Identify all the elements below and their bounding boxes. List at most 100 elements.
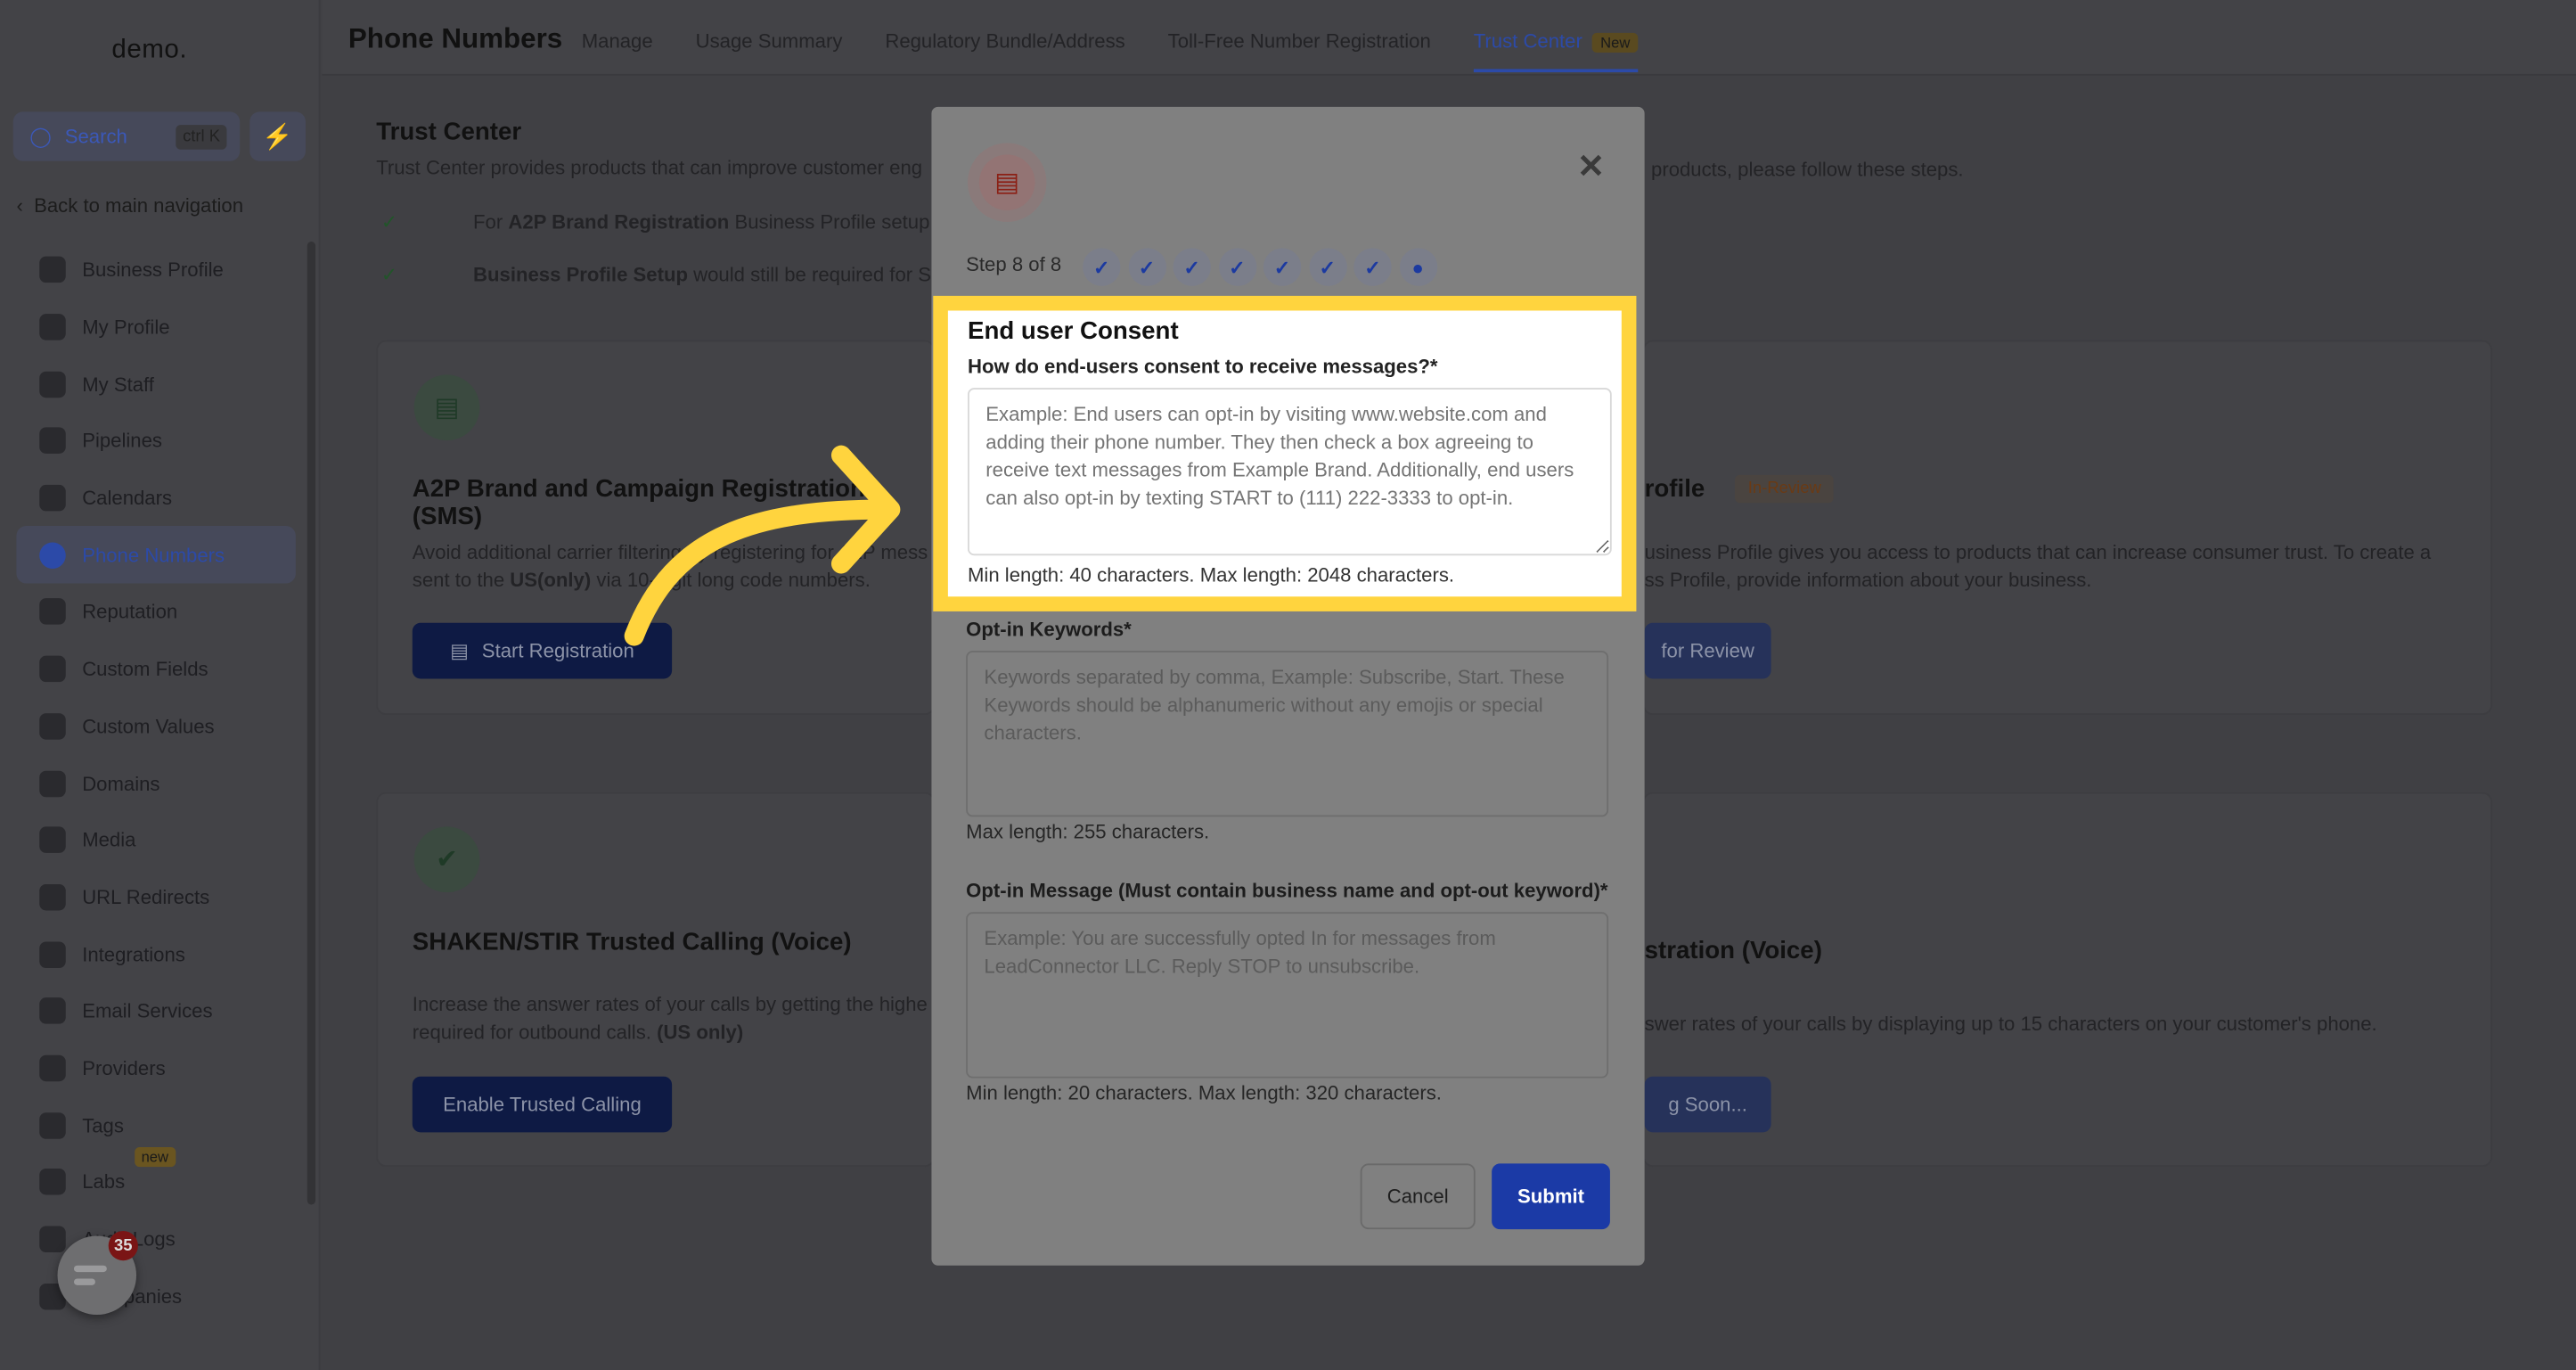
message-textarea[interactable]: Example: You are successfully opted In f… [966,912,1609,1079]
check-icon: ✓ [380,263,398,286]
sidebar: demo. ◯ Search ctrl K ⚡ ‹ Back to main n… [0,0,321,1370]
section-description: Trust Center provides products that can … [376,156,923,179]
card-description: Increase the answer rates of your calls … [412,992,928,1044]
sidebar-item-label: Integrations [82,942,185,966]
sidebar-item-media[interactable]: Media [16,812,295,869]
nav-icon [39,826,66,854]
verified-badge-icon: ✔ [413,826,480,893]
nav-icon [39,997,66,1025]
sidebar-scrollbar[interactable] [307,242,316,1205]
sidebar-item-pipelines[interactable]: Pipelines [16,413,295,470]
chat-unread-badge: 35 [108,1231,138,1261]
submit-button[interactable]: Submit [1492,1163,1610,1230]
coming-soon-button[interactable]: g Soon... [1644,1076,1771,1133]
search-button[interactable]: ◯ Search ctrl K [12,111,241,161]
step-indicator: Step 8 of 8 [966,252,1062,276]
nav-icon [39,712,66,740]
sidebar-item-custom-fields[interactable]: Custom Fields [16,641,295,698]
nav-icon [39,883,66,911]
sidebar-item-label: My Profile [82,316,170,339]
step-complete-check-icon: ✓ [1218,248,1256,286]
nav-icon [39,1112,66,1139]
sidebar-item-label: Domains [82,771,160,795]
nav-icon [39,655,66,683]
sidebar-item-domains[interactable]: Domains [16,755,295,812]
sidebar-item-label: Phone Numbers [82,543,225,567]
cancel-button[interactable]: Cancel [1360,1163,1476,1230]
sidebar-item-calendars[interactable]: Calendars [16,470,295,527]
sidebar-item-my-staff[interactable]: My Staff [16,356,295,413]
tab-manage[interactable]: Manage [582,29,653,72]
submit-for-review-button[interactable]: for Review [1644,622,1771,679]
step-complete-check-icon: ✓ [1353,248,1392,286]
enable-trusted-calling-button[interactable]: Enable Trusted Calling [412,1076,673,1133]
keywords-hint: Max length: 255 characters. [966,820,1210,843]
sidebar-item-labs[interactable]: Labs new [16,1146,295,1210]
new-badge: New [1591,32,1639,53]
sidebar-item-label: URL Redirects [82,885,210,909]
card-title: rofile [1644,474,1705,504]
sidebar-item-tags[interactable]: Tags [16,1096,295,1153]
status-badge: In-Review [1735,474,1835,504]
back-label: Back to main navigation [34,193,244,217]
cnam-card: stration (Voice) swer rates of your call… [1642,792,2493,1168]
page-title: Phone Numbers [348,22,563,54]
keywords-textarea[interactable]: Keywords separated by comma, Example: Su… [966,651,1609,817]
sidebar-item-label: Providers [82,1056,166,1080]
message-hint: Min length: 20 characters. Max length: 3… [966,1081,1442,1105]
trust-center-header: Trust Center Trust Center provides produ… [376,119,922,179]
message-label: Opt-in Message (Must contain business na… [966,879,1608,903]
quick-actions-button[interactable]: ⚡ [249,111,306,161]
sidebar-item-business-profile[interactable]: Business Profile [16,242,295,299]
sidebar-item-label: Media [82,828,136,852]
sidebar-item-label: Custom Values [82,714,215,738]
tab-usage-summary[interactable]: Usage Summary [696,29,843,72]
step-item: Business Profile Setup would still be re… [473,263,946,286]
section-title: End user Consent [967,316,1179,346]
sidebar-item-label: Tags [82,1113,124,1137]
shaken-stir-card: ✔ SHAKEN/STIR Trusted Calling (Voice) In… [376,792,936,1168]
sidebar-item-label: Pipelines [82,429,162,453]
step-complete-check-icon: ✓ [1308,248,1346,286]
sidebar-item-phone-numbers[interactable]: Phone Numbers [16,526,296,584]
nav-icon [39,769,66,797]
sidebar-item-integrations[interactable]: Integrations [16,926,295,983]
tab-trust-center[interactable]: Trust Center New [1473,29,1639,73]
lightning-icon: ⚡ [262,123,293,152]
annotation-arrow-icon [624,445,901,646]
sidebar-item-label: Labs [82,1170,126,1194]
sidebar-item-custom-values[interactable]: Custom Values [16,698,295,755]
sidebar-item-reputation[interactable]: Reputation [16,584,295,641]
card-description: swer rates of your calls by displaying u… [1644,1012,2377,1036]
app: demo. ◯ Search ctrl K ⚡ ‹ Back to main n… [0,0,2576,1370]
step-complete-check-icon: ✓ [1173,248,1211,286]
nav-icon [39,940,66,968]
section-description-continued: products, please follow these steps. [1651,158,1964,181]
card-title: SHAKEN/STIR Trusted Calling (Voice) [412,928,852,957]
top-bar: Phone Numbers Manage Usage Summary Regul… [322,0,2576,76]
search-icon: ◯ [29,125,52,148]
tab-regulatory-bundle[interactable]: Regulatory Bundle/Address [885,29,1124,72]
sidebar-item-my-profile[interactable]: My Profile [16,299,295,356]
close-icon[interactable]: ✕ [1577,146,1605,187]
step-complete-check-icon: ✓ [1263,248,1302,286]
nav-icon [39,257,66,283]
back-to-main-navigation[interactable]: ‹ Back to main navigation [16,194,243,217]
sidebar-item-url-redirects[interactable]: URL Redirects [16,869,295,926]
sidebar-nav: Business Profile My Profile My Staff Pipeli… [16,242,296,1325]
business-profile-card: rofile usiness Profile gives you access … [1642,340,2493,716]
sidebar-item-label: Email Services [82,999,213,1023]
sidebar-item-email-services[interactable]: Email Services [16,982,295,1039]
tab-toll-free-registration[interactable]: Toll-Free Number Registration [1168,29,1431,72]
step-current-dot-icon: ● [1398,248,1437,286]
search-shortcut: ctrl K [176,124,227,149]
nav-icon [39,599,66,626]
sidebar-item-label: Custom Fields [82,657,209,681]
nav-icon [39,1169,66,1196]
sidebar-item-providers[interactable]: Providers [16,1039,295,1096]
consent-textarea[interactable] [967,388,1612,556]
document-check-icon: ▤ [413,374,480,441]
modal-icon: ▤ [967,143,1047,222]
sidebar-item-audit-logs[interactable]: Audit Logs [16,1210,295,1267]
logo: demo. [111,36,188,64]
